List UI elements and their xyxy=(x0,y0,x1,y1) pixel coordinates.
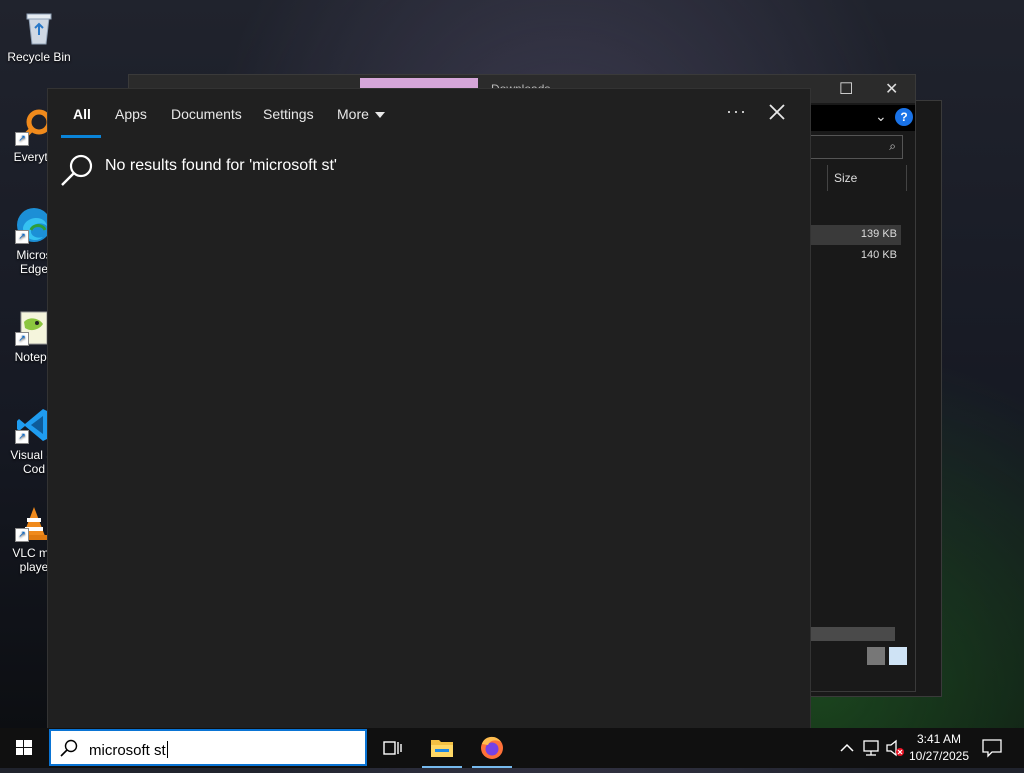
explorer-toolbar: ⌄ ? xyxy=(809,105,915,131)
clock-time: 3:41 AM xyxy=(916,732,962,746)
horizontal-scrollbar[interactable] xyxy=(809,627,895,641)
shortcut-arrow-icon: ↗ xyxy=(15,430,29,444)
active-tab-indicator xyxy=(61,135,101,138)
shortcut-arrow-icon: ↗ xyxy=(15,528,29,542)
close-icon[interactable] xyxy=(766,101,788,123)
clock-date: 10/27/2025 xyxy=(908,749,970,763)
tab-more[interactable]: More xyxy=(337,106,385,122)
help-icon[interactable]: ? xyxy=(895,108,913,126)
text-cursor xyxy=(166,741,168,758)
tab-documents[interactable]: Documents xyxy=(171,106,242,122)
chevron-down-icon[interactable]: ⌄ xyxy=(875,108,887,125)
search-icon: ⌕ xyxy=(889,139,896,153)
tab-all[interactable]: All xyxy=(73,106,91,122)
shortcut-arrow-icon: ↗ xyxy=(15,230,29,244)
no-results-row: No results found for 'microsoft st' xyxy=(60,153,800,189)
file-row[interactable]: 140 KB xyxy=(809,246,901,266)
search-results-panel: All Apps Documents Settings More ··· No … xyxy=(47,88,811,730)
taskbar: microsoft st 3:41 AM 10/27/2025 xyxy=(0,728,1024,768)
close-window-button[interactable]: ✕ xyxy=(885,79,898,99)
desktop-icon-recycle-bin[interactable]: Recycle Bin xyxy=(1,8,77,64)
volume-muted-icon[interactable] xyxy=(884,737,906,759)
firefox-icon xyxy=(481,736,503,759)
chevron-up-icon[interactable] xyxy=(838,737,856,757)
highlighted-tab xyxy=(360,78,478,88)
windows-logo-icon xyxy=(16,740,32,755)
column-header-size[interactable]: Size xyxy=(827,165,907,191)
file-size: 140 KB xyxy=(860,249,897,261)
search-icon xyxy=(60,153,94,192)
ellipsis-icon[interactable]: ··· xyxy=(726,101,747,122)
search-query-text: microsoft st xyxy=(89,741,168,759)
recycle-bin-icon xyxy=(20,8,58,46)
task-view-icon xyxy=(383,741,402,755)
notifications-icon[interactable] xyxy=(980,736,1004,760)
file-explorer-icon xyxy=(431,740,453,757)
firefox-button[interactable] xyxy=(468,728,516,768)
column-size-label: Size xyxy=(834,171,858,185)
search-filter-tabs: All Apps Documents Settings More ··· xyxy=(48,89,810,139)
view-toggle-icons[interactable] xyxy=(867,647,911,665)
explorer-search-box[interactable]: ⌕ xyxy=(809,135,903,159)
file-explorer-button[interactable] xyxy=(418,728,466,768)
taskbar-search-input[interactable]: microsoft st xyxy=(49,729,367,766)
file-row[interactable]: 139 KB xyxy=(809,225,901,245)
desktop-icon-label: Recycle Bin xyxy=(7,50,71,64)
no-results-message: No results found for 'microsoft st' xyxy=(105,157,337,174)
file-size: 139 KB xyxy=(860,228,897,240)
search-icon xyxy=(60,739,78,762)
tab-apps[interactable]: Apps xyxy=(115,106,147,122)
tab-more-label: More xyxy=(337,106,369,122)
clock[interactable]: 3:41 AM 10/27/2025 xyxy=(906,730,972,766)
start-button[interactable] xyxy=(0,728,48,768)
shortcut-arrow-icon: ↗ xyxy=(15,332,29,346)
network-icon[interactable] xyxy=(860,737,882,759)
tab-settings[interactable]: Settings xyxy=(263,106,314,122)
chevron-down-icon xyxy=(374,112,385,119)
maximize-button[interactable]: ☐ xyxy=(839,79,853,99)
task-view-button[interactable] xyxy=(368,728,416,768)
shortcut-arrow-icon: ↗ xyxy=(15,132,29,146)
